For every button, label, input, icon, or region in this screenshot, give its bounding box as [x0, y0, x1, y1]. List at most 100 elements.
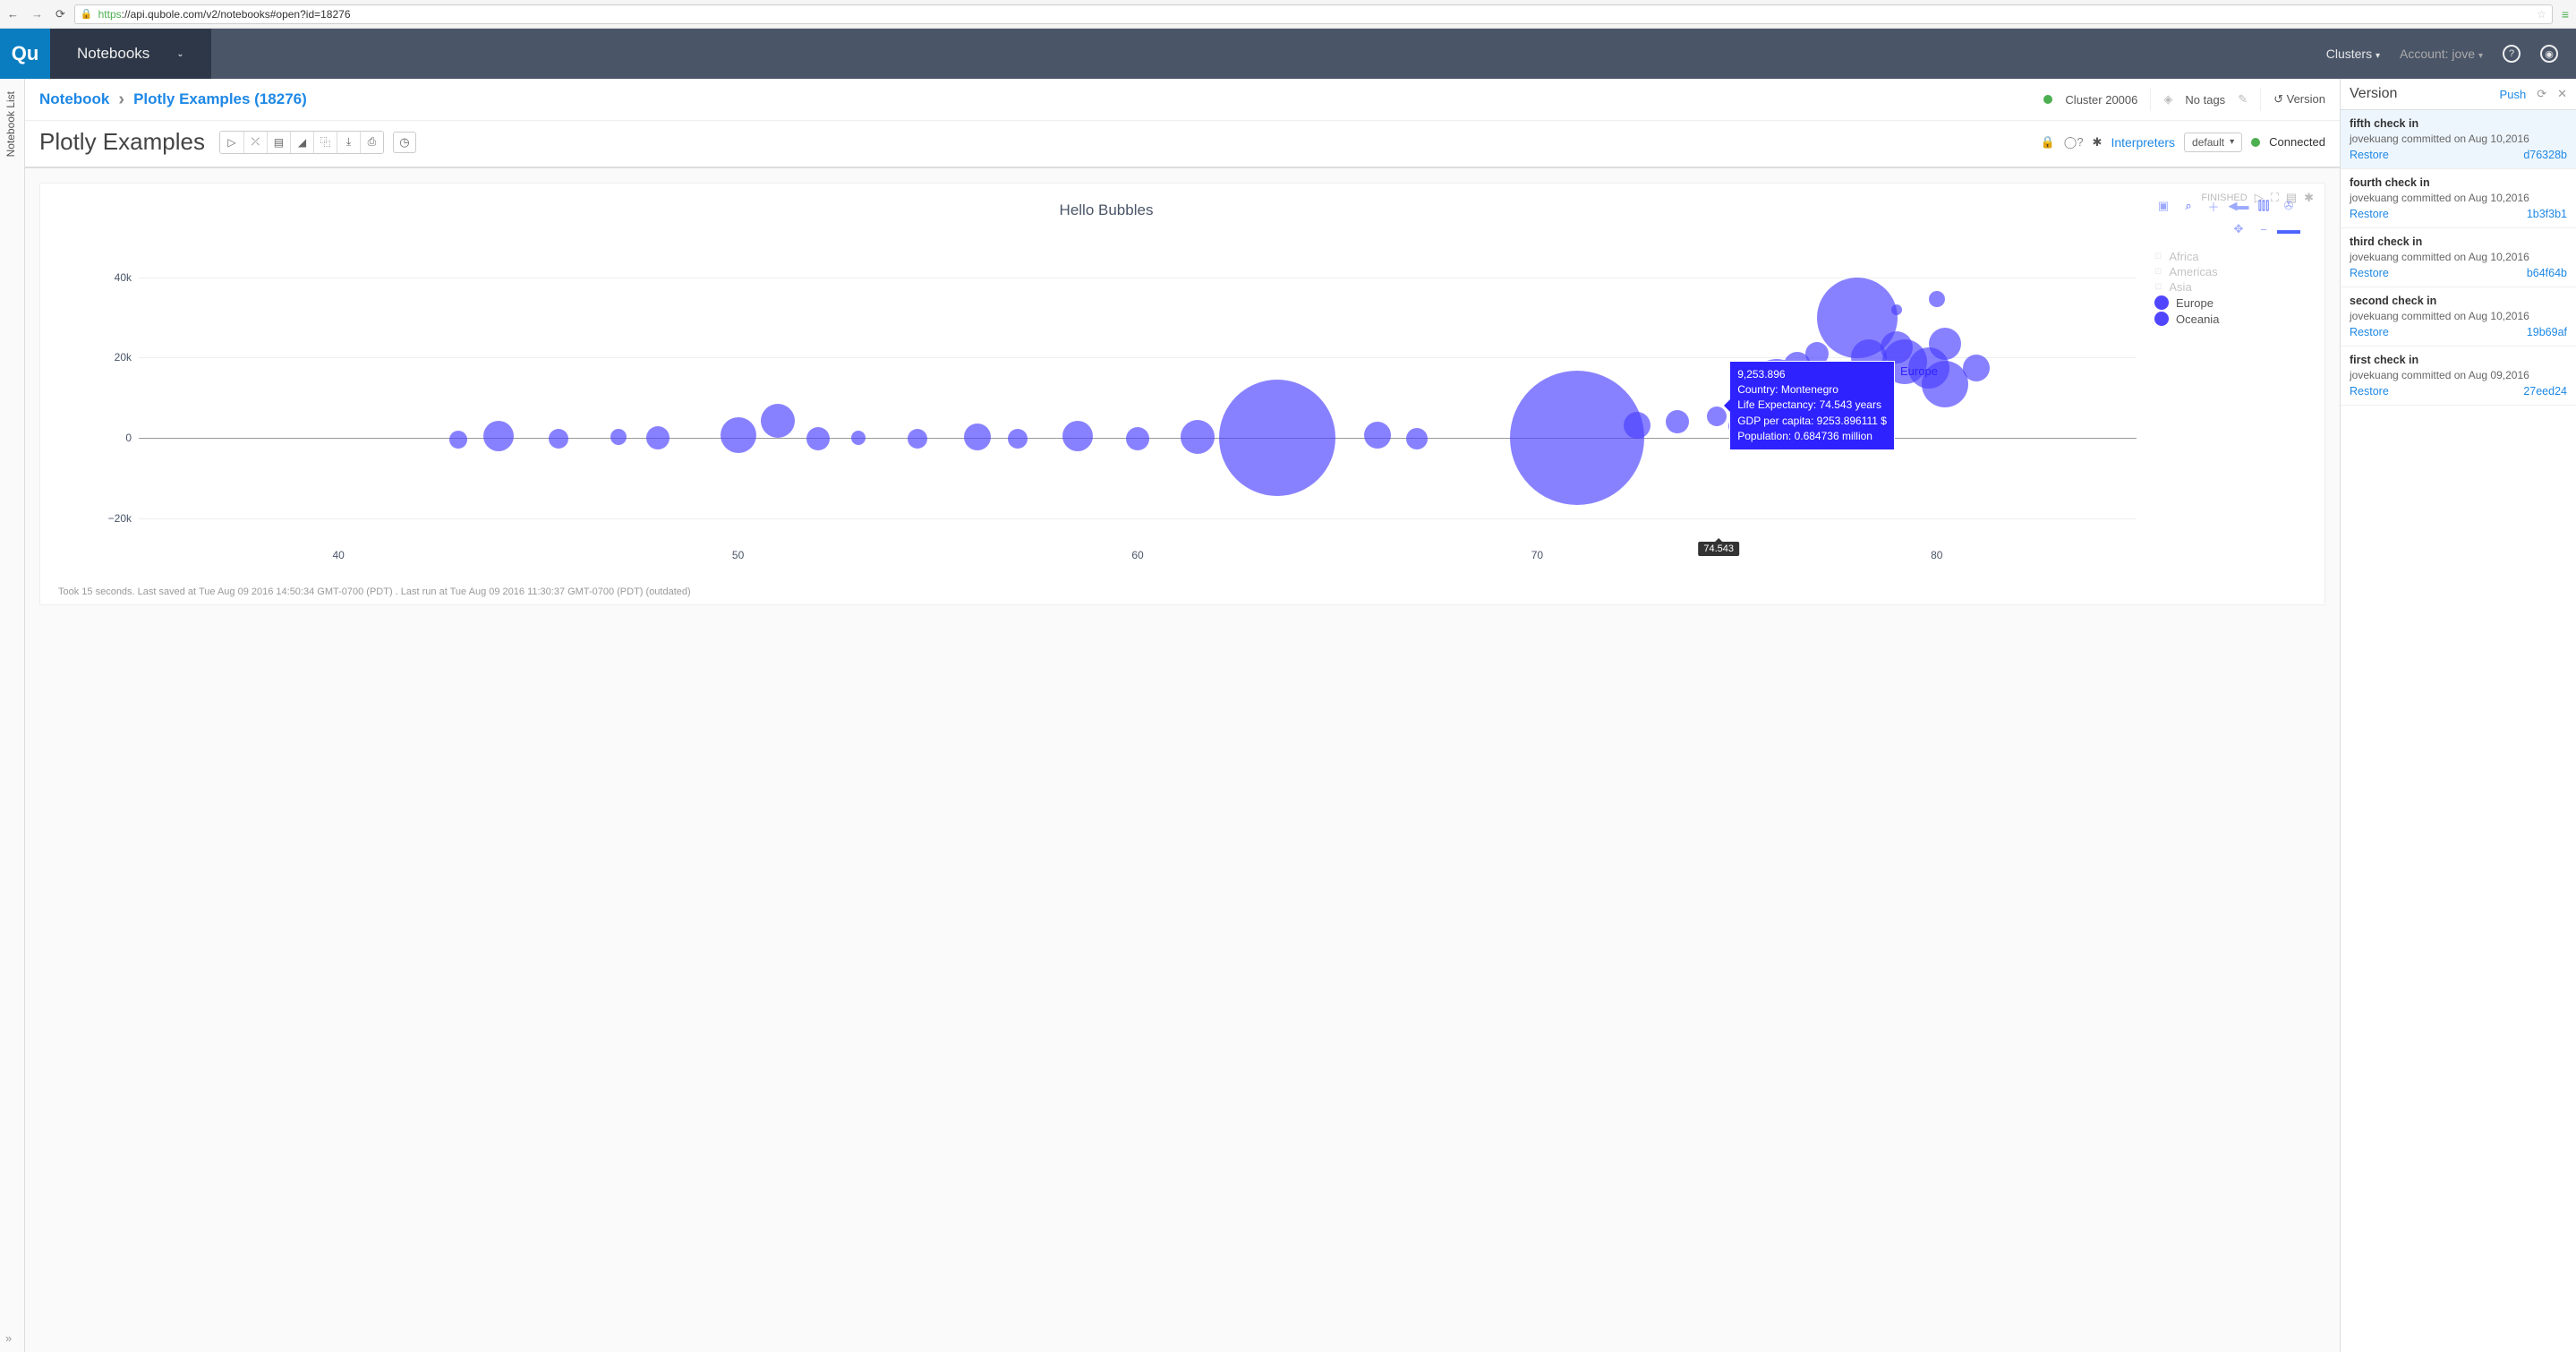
bubble-point[interactable]	[1062, 421, 1093, 451]
bubble-point[interactable]	[610, 429, 627, 445]
version-item[interactable]: third check in jovekuang committed on Au…	[2341, 228, 2576, 287]
breadcrumb-current[interactable]: Plotly Examples (18276)	[133, 90, 307, 108]
bookmark-star-icon[interactable]: ☆	[2537, 8, 2546, 21]
bubble-point[interactable]	[1219, 380, 1335, 496]
version-item[interactable]: fifth check in jovekuang committed on Au…	[2341, 110, 2576, 169]
restore-link[interactable]: Restore	[2350, 326, 2389, 338]
legend-item[interactable]: Oceania	[2154, 312, 2298, 326]
gear-icon[interactable]: ✱	[2093, 135, 2103, 150]
hover-x-label: 74.543	[1698, 542, 1739, 556]
help-icon[interactable]: ◯?	[2064, 135, 2084, 150]
save-icon[interactable]: ✇	[2280, 198, 2298, 214]
expand-icon[interactable]: ⛶	[2271, 191, 2279, 205]
bubble-point[interactable]	[851, 431, 866, 445]
pan-icon[interactable]: ◀▬	[2230, 198, 2248, 214]
interpreters-link[interactable]: Interpreters	[2111, 135, 2175, 150]
hidden-marker-icon: ⊡	[2154, 282, 2162, 292]
caret-down-icon: ▾	[2230, 137, 2234, 147]
reload-icon[interactable]: ⟳	[55, 7, 65, 21]
clusters-dropdown[interactable]: Clusters ▾	[2326, 47, 2380, 61]
tags-label[interactable]: No tags	[2185, 93, 2225, 107]
module-label: Notebooks	[77, 45, 149, 63]
legend-item[interactable]: ⊡Africa	[2154, 250, 2298, 263]
legend-label: Americas	[2169, 265, 2217, 278]
close-icon[interactable]: ✕	[2557, 87, 2567, 101]
legend-item[interactable]: ⊡Asia	[2154, 280, 2298, 294]
commit-hash[interactable]: 1b3f3b1	[2527, 208, 2567, 220]
compare-icon[interactable]: ▬▬	[2280, 221, 2298, 237]
refresh-button[interactable]: ◷	[393, 132, 416, 153]
bubble-point[interactable]	[1666, 410, 1689, 433]
user-icon[interactable]: ◉	[2540, 45, 2558, 63]
restore-link[interactable]: Restore	[2350, 149, 2389, 161]
show-code-icon[interactable]: ▤	[267, 132, 290, 153]
bubble-point[interactable]	[1364, 422, 1391, 449]
default-select[interactable]: default ▾	[2184, 133, 2242, 152]
bubble-point[interactable]	[646, 426, 670, 449]
clone-icon[interactable]: ⿻	[313, 132, 337, 153]
legend-label: Oceania	[2176, 312, 2219, 326]
collapse-icon[interactable]: ⤫	[243, 132, 267, 153]
restore-link[interactable]: Restore	[2350, 385, 2389, 398]
bubble-point[interactable]	[1929, 291, 1945, 307]
lock-icon[interactable]: 🔒	[2041, 135, 2055, 150]
restore-link[interactable]: Restore	[2350, 267, 2389, 279]
download-icon[interactable]: ⤓	[337, 132, 360, 153]
zoom-in-icon[interactable]: ＋	[2205, 198, 2222, 214]
bubble-point[interactable]	[1963, 355, 1990, 381]
refresh-icon[interactable]: ⟳	[2537, 87, 2546, 101]
gear-icon[interactable]: ✱	[2304, 191, 2314, 205]
bubble-point[interactable]	[908, 429, 927, 449]
sidebar-collapsed[interactable]: Notebook List »	[0, 79, 25, 1352]
bubble-point[interactable]	[761, 404, 795, 438]
legend-item[interactable]: Europe	[2154, 295, 2298, 310]
clear-output-icon[interactable]: ◢	[290, 132, 313, 153]
bubble-point[interactable]	[1929, 328, 1961, 360]
bubble-point[interactable]	[1181, 420, 1215, 454]
bubble-point[interactable]	[483, 421, 514, 451]
restore-link[interactable]: Restore	[2350, 208, 2389, 220]
move-icon[interactable]: ✥	[2230, 221, 2248, 237]
bubble-point[interactable]	[1126, 427, 1149, 450]
back-icon[interactable]: ←	[7, 7, 19, 21]
legend-item[interactable]: ⊡Americas	[2154, 265, 2298, 278]
bubble-point[interactable]	[1008, 429, 1028, 449]
zoom-icon[interactable]: ⌕	[2179, 198, 2197, 214]
hamburger-icon[interactable]: ≡	[2562, 7, 2569, 21]
camera-icon[interactable]: ▣	[2154, 198, 2172, 214]
breadcrumb-root[interactable]: Notebook	[39, 90, 109, 108]
bubble-point[interactable]	[806, 427, 830, 450]
bubble-point[interactable]	[964, 424, 991, 450]
bubble-point[interactable]	[549, 429, 568, 449]
run-icon[interactable]: ▷	[2255, 191, 2264, 205]
commit-hash[interactable]: 27eed24	[2523, 385, 2567, 398]
app-logo[interactable]: Qu	[0, 29, 50, 79]
commit-hash[interactable]: d76328b	[2523, 149, 2567, 161]
sidebar-expand-icon[interactable]: »	[5, 1331, 12, 1345]
forward-icon: →	[31, 7, 43, 21]
pencil-icon[interactable]: ✎	[2238, 92, 2248, 107]
bubble-point[interactable]	[1406, 428, 1428, 449]
push-button[interactable]: Push	[2500, 88, 2527, 101]
version-item[interactable]: first check in jovekuang committed on Au…	[2341, 347, 2576, 406]
version-item[interactable]: fourth check in jovekuang committed on A…	[2341, 169, 2576, 228]
bubble-point[interactable]	[1891, 304, 1902, 315]
bubble-point[interactable]	[721, 417, 756, 453]
browser-chrome: ← → ⟳ 🔒 https://api.qubole.com/v2/notebo…	[0, 0, 2576, 29]
version-button[interactable]: ↺ Version	[2273, 92, 2325, 107]
url-bar[interactable]: 🔒 https://api.qubole.com/v2/notebooks#op…	[74, 4, 2553, 24]
chart-area[interactable]: Hello Bubbles −20k020k40k40506070809,253…	[58, 193, 2154, 578]
pdf-icon[interactable]: ⎙	[360, 132, 383, 153]
cluster-label[interactable]: Cluster 20006	[2065, 93, 2137, 107]
commit-hash[interactable]: b64f64b	[2527, 267, 2567, 279]
version-item[interactable]: second check in jovekuang committed on A…	[2341, 287, 2576, 347]
commit-hash[interactable]: 19b69af	[2527, 326, 2567, 338]
bubble-point[interactable]	[1624, 412, 1651, 439]
zoom-out-icon[interactable]: −	[2255, 221, 2273, 237]
module-dropdown[interactable]: Notebooks ⌄	[50, 29, 211, 79]
account-dropdown[interactable]: Account: jove ▾	[2400, 47, 2483, 61]
run-all-icon[interactable]: ▷	[220, 132, 243, 153]
bubble-point[interactable]	[1510, 371, 1644, 505]
help-icon[interactable]: ?	[2503, 45, 2521, 63]
bubble-point[interactable]	[449, 431, 467, 449]
